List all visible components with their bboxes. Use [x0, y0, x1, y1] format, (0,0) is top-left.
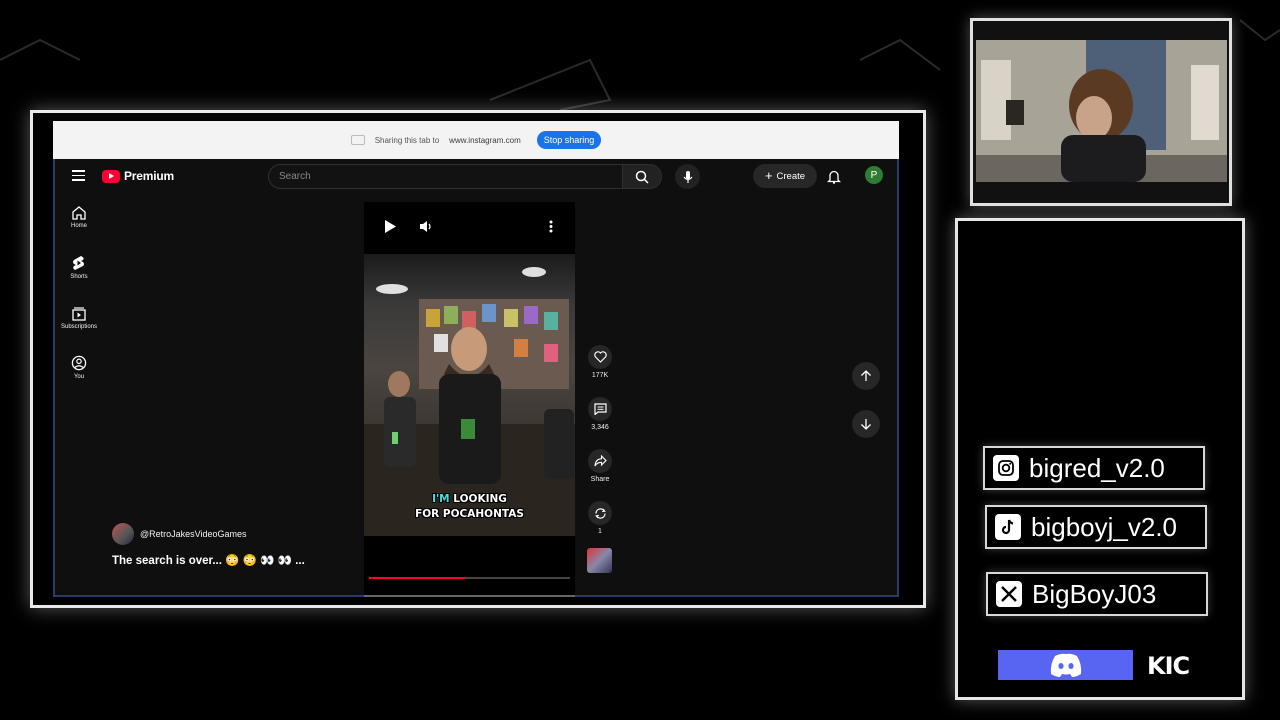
- remix-count: 1: [598, 528, 602, 535]
- search-icon: [635, 170, 649, 184]
- short-metadata: @RetroJakesVideoGames The search is over…: [112, 523, 305, 567]
- share-action[interactable]: Share: [585, 449, 615, 501]
- x-handle-box: BigBoyJ03: [986, 572, 1208, 616]
- guide-item-shorts[interactable]: Shorts: [55, 255, 103, 305]
- player-controls: [364, 202, 575, 252]
- short-video-frame[interactable]: I'M LOOKING FOR POCAHONTAS: [364, 254, 575, 536]
- youtube-logo-icon: [102, 169, 120, 183]
- previous-short-button[interactable]: [852, 362, 880, 390]
- tiktok-handle-box: bigboyj_v2.0: [985, 505, 1207, 549]
- subscriptions-icon: [72, 307, 86, 321]
- tab-sharing-bar: Sharing this tab to www.instagram.com St…: [53, 121, 899, 159]
- you-icon: [71, 355, 87, 371]
- arrow-down-icon: [861, 419, 871, 430]
- remix-action[interactable]: 1: [585, 501, 615, 553]
- mini-guide: Home Shorts Subscriptions You: [55, 205, 103, 405]
- instagram-icon: [993, 455, 1019, 481]
- bell-icon: [826, 170, 842, 184]
- webcam-scene: [976, 40, 1227, 182]
- arrow-up-icon: [861, 370, 871, 381]
- volume-icon[interactable]: [419, 220, 433, 233]
- guide-item-subscriptions[interactable]: Subscriptions: [55, 305, 103, 355]
- account-avatar[interactable]: P: [865, 166, 883, 184]
- player-bottom-strip: [364, 595, 575, 597]
- next-short-button[interactable]: [852, 410, 880, 438]
- home-icon: [72, 206, 86, 220]
- caption-line1: LOOKING: [449, 493, 507, 505]
- guide-item-you[interactable]: You: [55, 355, 103, 405]
- share-label: Share: [590, 476, 610, 483]
- sharing-text: Sharing this tab to: [374, 135, 440, 145]
- youtube-header: Premium Search + Create P: [55, 159, 897, 195]
- discord-banner: [998, 650, 1133, 680]
- brand-label: Premium: [124, 169, 174, 183]
- comments-action[interactable]: 3,346: [585, 397, 615, 449]
- stop-sharing-button[interactable]: Stop sharing: [536, 131, 602, 149]
- instagram-handle-box: bigred_v2.0: [983, 446, 1205, 490]
- tiktok-icon: [995, 514, 1021, 540]
- notifications-button[interactable]: [826, 169, 842, 189]
- channel-thumbnail[interactable]: [587, 548, 612, 573]
- youtube-logo[interactable]: Premium: [102, 169, 174, 183]
- caption-highlight: I'M: [432, 493, 450, 505]
- microphone-icon: [683, 170, 692, 183]
- like-count: 177K: [591, 372, 609, 379]
- instagram-handle: bigred_v2.0: [1029, 452, 1165, 483]
- video-caption: I'M LOOKING FOR POCAHONTAS: [364, 492, 575, 522]
- remix-icon: [594, 507, 606, 519]
- comment-count: 3,346: [591, 424, 609, 431]
- guide-label: You: [73, 374, 85, 380]
- kick-logo: KIC: [1147, 652, 1190, 680]
- create-button[interactable]: + Create: [753, 164, 817, 188]
- progress-fill: [369, 577, 466, 579]
- comment-icon: [593, 403, 607, 415]
- create-label: Create: [776, 170, 806, 182]
- voice-search-button[interactable]: [675, 164, 700, 189]
- progress-bar[interactable]: [369, 577, 570, 579]
- guide-label: Shorts: [70, 274, 88, 280]
- action-bar: 177K 3,346 Share 1: [585, 345, 615, 553]
- x-icon: [996, 581, 1022, 607]
- shorts-icon: [73, 256, 84, 270]
- channel-name[interactable]: @RetroJakesVideoGames: [140, 529, 247, 539]
- channel-avatar[interactable]: [112, 523, 134, 545]
- search-input[interactable]: Search: [268, 164, 622, 189]
- share-icon: [593, 455, 607, 467]
- shorts-player[interactable]: I'M LOOKING FOR POCAHONTAS: [364, 202, 575, 597]
- more-options-icon[interactable]: [549, 220, 553, 233]
- play-icon[interactable]: [384, 220, 396, 233]
- like-action[interactable]: 177K: [585, 345, 615, 397]
- x-handle: BigBoyJ03: [1032, 578, 1157, 609]
- sharing-url: www.instagram.com: [449, 135, 521, 145]
- guide-item-home[interactable]: Home: [55, 205, 103, 255]
- tiktok-handle: bigboyj_v2.0: [1031, 511, 1177, 542]
- youtube-window: Premium Search + Create P Home Shorts Su…: [53, 159, 899, 597]
- webcam-feed: [976, 40, 1227, 182]
- discord-icon: [1050, 653, 1081, 677]
- short-title[interactable]: The search is over... 😳 😳 👀 👀 ...: [112, 553, 305, 567]
- guide-label: Subscriptions: [60, 324, 98, 330]
- heart-icon: [593, 351, 607, 363]
- guide-label: Home: [70, 223, 87, 229]
- caption-line2: FOR POCAHONTAS: [415, 508, 524, 520]
- screen-share-icon: [350, 135, 365, 145]
- search-button[interactable]: [622, 164, 662, 189]
- plus-icon: +: [764, 168, 773, 183]
- menu-icon[interactable]: [72, 170, 85, 181]
